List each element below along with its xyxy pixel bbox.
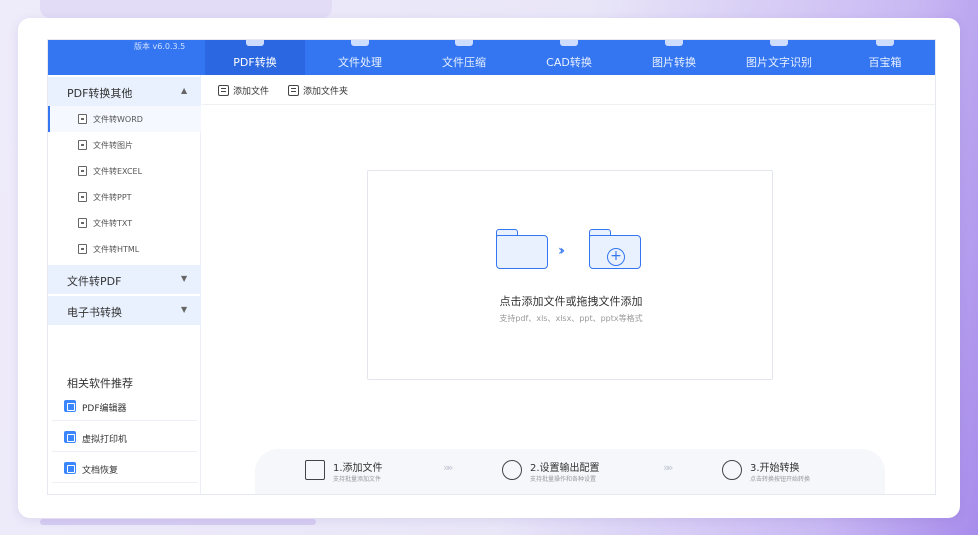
toolbar: 添加文件 添加文件夹 (202, 75, 935, 105)
folder-step-icon (305, 460, 325, 480)
tab-label: 百宝箱 (868, 56, 902, 69)
sidebar-item-to-html[interactable]: 文件转HTML (48, 236, 201, 262)
dropzone-formats: 支持pdf、xls、xlsx、ppt、pptx等格式 (499, 314, 643, 323)
sidebar-item-label: 文件转WORD (93, 115, 143, 124)
sidebar-item-label: 文件转EXCEL (93, 167, 143, 176)
sidebar-section-pdf-other[interactable]: PDF转换其他 ▲ (48, 77, 201, 106)
add-folder-button[interactable]: 添加文件夹 (288, 84, 348, 97)
recommend-doc-recovery[interactable]: 文档恢复 (52, 455, 197, 483)
add-folder-icon: + (589, 229, 641, 269)
sidebar-item-to-txt[interactable]: 文件转TXT (48, 210, 201, 236)
top-nav-bar: 版本 v6.0.3.5 PDF转换 文件处理 文件压缩 CAD转换 图片转换 图… (48, 40, 935, 75)
file-compress-icon (455, 40, 473, 46)
tab-toolbox[interactable]: 百宝箱 (835, 40, 935, 75)
virtual-printer-icon (64, 431, 76, 443)
sidebar-item-label: 文件转PPT (93, 193, 132, 202)
chevron-up-icon: ▲ (181, 86, 188, 95)
add-file-button[interactable]: 添加文件 (218, 84, 269, 97)
sidebar-section-ebook[interactable]: 电子书转换 ▼ (48, 296, 201, 325)
section-label: PDF转换其他 (67, 87, 133, 100)
tab-file-compress[interactable]: 文件压缩 (414, 40, 514, 75)
step-desc: 支持批量操作和各种设置 (530, 476, 597, 483)
settings-step-icon (502, 460, 522, 480)
tab-cad-convert[interactable]: CAD转换 (519, 40, 619, 75)
word-file-icon (78, 114, 87, 124)
tab-label: 图片转换 (652, 56, 696, 69)
toolbox-icon (876, 40, 894, 46)
folder-icon (496, 229, 548, 269)
recommend-virtual-printer[interactable]: 虚拟打印机 (52, 424, 197, 452)
tab-label: 文件处理 (338, 56, 382, 69)
excel-file-icon (78, 166, 87, 176)
add-file-icon (218, 85, 229, 96)
txt-file-icon (78, 218, 87, 228)
tab-label: PDF转换 (233, 56, 277, 69)
tab-label: 文件压缩 (442, 56, 486, 69)
step-title: 2.设置输出配置 (530, 463, 600, 474)
ocr-icon (770, 40, 788, 46)
sidebar-item-to-ppt[interactable]: 文件转PPT (48, 184, 201, 210)
step-separator-icon: »» (663, 461, 674, 474)
tab-file-process[interactable]: 文件处理 (310, 40, 410, 75)
sidebar-section-to-pdf[interactable]: 文件转PDF ▼ (48, 265, 201, 294)
chevron-down-icon: ▼ (181, 305, 188, 314)
app-window: 版本 v6.0.3.5 PDF转换 文件处理 文件压缩 CAD转换 图片转换 图… (47, 39, 936, 495)
image-convert-icon (665, 40, 683, 46)
sidebar: PDF转换其他 ▲ 文件转WORD 文件转图片 文件转EXCEL 文件转PPT … (48, 75, 201, 494)
recommend-label: 文档恢复 (82, 466, 119, 476)
convert-step-icon (722, 460, 742, 480)
chevron-down-icon: ▼ (181, 274, 188, 283)
tab-image-convert[interactable]: 图片转换 (624, 40, 724, 75)
step-desc: 支持批量添加文件 (333, 476, 382, 483)
sidebar-item-to-word[interactable]: 文件转WORD (48, 106, 201, 132)
steps-bar: 1.添加文件 支持批量添加文件 »» 2.设置输出配置 支持批量操作和各种设置 … (255, 449, 885, 494)
pdf-convert-icon (246, 40, 264, 46)
file-drop-zone[interactable]: ›› + 点击添加文件或拖拽文件添加 支持pdf、xls、xlsx、ppt、pp… (367, 170, 773, 380)
sidebar-item-to-image[interactable]: 文件转图片 (48, 132, 201, 158)
dropzone-hint: 点击添加文件或拖拽文件添加 (499, 295, 643, 308)
button-label: 添加文件夹 (303, 87, 349, 97)
file-process-icon (351, 40, 369, 46)
html-file-icon (78, 244, 87, 254)
recommend-pdf-editor[interactable]: PDF编辑器 (52, 393, 197, 421)
recommend-label: 虚拟打印机 (82, 435, 128, 445)
tab-label: 图片文字识别 (746, 56, 812, 69)
background-decoration (40, 0, 332, 18)
step-title: 3.开始转换 (750, 463, 800, 474)
sidebar-item-label: 文件转图片 (93, 141, 133, 150)
button-label: 添加文件 (233, 87, 270, 97)
step-desc: 点击转换按钮开始转换 (750, 476, 811, 483)
recommend-title: 相关软件推荐 (67, 377, 133, 390)
cad-convert-icon (560, 40, 578, 46)
sidebar-item-label: 文件转TXT (93, 219, 133, 228)
add-folder-icon (288, 85, 299, 96)
sidebar-item-to-excel[interactable]: 文件转EXCEL (48, 158, 201, 184)
plus-circle-icon: + (607, 248, 625, 266)
section-label: 电子书转换 (67, 306, 122, 319)
tab-pdf-convert[interactable]: PDF转换 (205, 40, 305, 75)
section-label: 文件转PDF (67, 275, 122, 288)
step-separator-icon: »» (443, 461, 454, 474)
sidebar-item-label: 文件转HTML (93, 245, 140, 254)
double-chevron-right-icon: ›› (558, 243, 565, 259)
document-recovery-icon (64, 462, 76, 474)
recommend-label: PDF编辑器 (82, 404, 127, 414)
pdf-editor-icon (64, 400, 76, 412)
background-decoration (40, 519, 316, 525)
step-title: 1.添加文件 (333, 463, 383, 474)
tab-label: CAD转换 (546, 56, 592, 69)
image-file-icon (78, 140, 87, 150)
ppt-file-icon (78, 192, 87, 202)
tab-ocr[interactable]: 图片文字识别 (729, 40, 829, 75)
version-label: 版本 v6.0.3.5 (134, 42, 186, 51)
